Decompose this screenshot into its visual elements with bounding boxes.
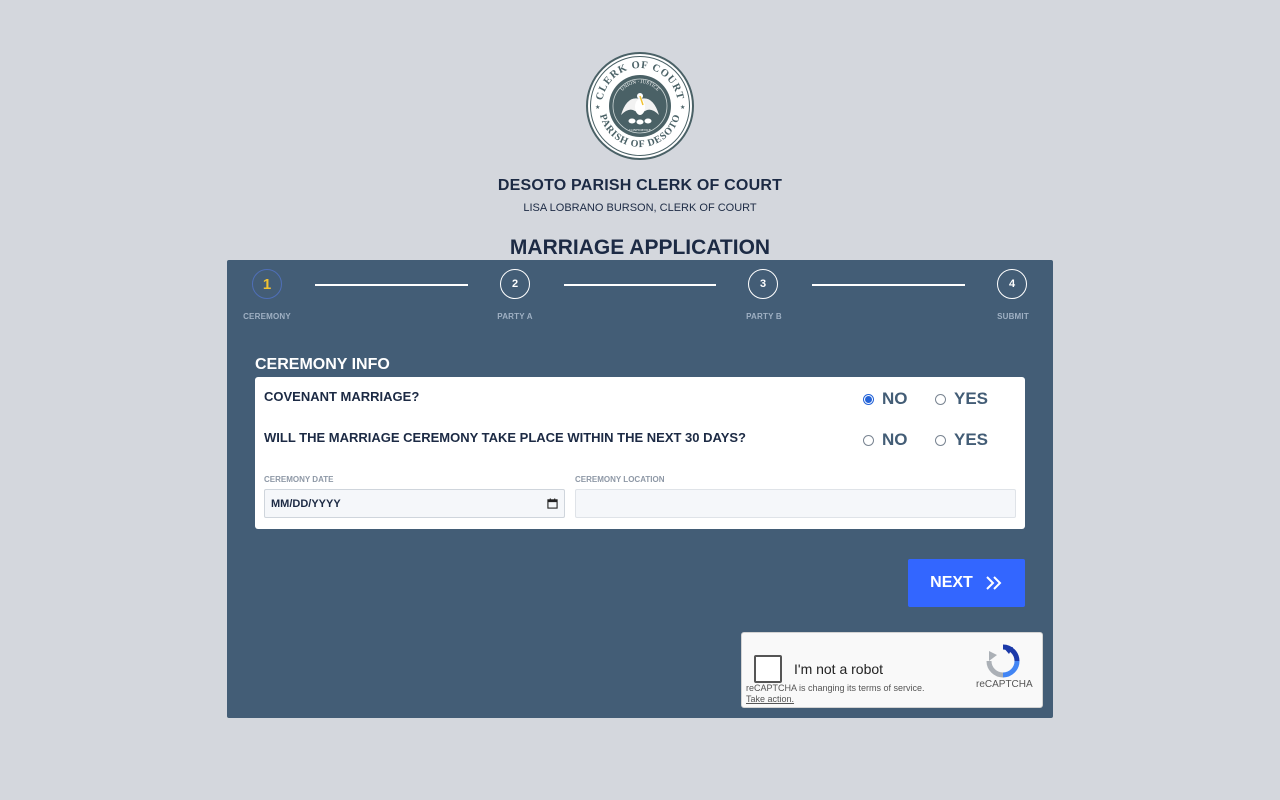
within-30-days-no-label: NO <box>882 430 908 449</box>
clerk-of-court-seal-logo: CLERK OF COURT PARISH OF DESOTO UNION · … <box>586 52 694 160</box>
recaptcha-take-action-link[interactable]: Take action. <box>746 694 925 705</box>
section-title: CEREMONY INFO <box>255 356 390 373</box>
application-panel: 1 2 3 4 CEREMONY PARTY A PARTY B SUBMIT … <box>227 260 1053 718</box>
seal-motto-bottom: CONFIDENCE <box>629 128 651 132</box>
ceremony-date-label: CEREMONY DATE <box>264 475 334 484</box>
step-label-ceremony: CEREMONY <box>243 312 291 321</box>
next-button[interactable]: NEXT <box>908 559 1025 607</box>
covenant-yes-radio[interactable] <box>935 393 946 405</box>
step-connector <box>812 284 965 286</box>
within-30-days-yes-option[interactable]: YES <box>935 430 988 450</box>
svg-text:★: ★ <box>595 104 600 111</box>
ceremony-location-label: CEREMONY LOCATION <box>575 475 665 484</box>
ceremony-date-input[interactable]: MM/DD/YYYY <box>264 489 565 518</box>
step-2-party-a[interactable]: 2 <box>500 269 530 299</box>
page-title: MARRIAGE APPLICATION <box>509 236 771 259</box>
step-1-ceremony[interactable]: 1 <box>252 269 282 299</box>
within-30-days-yes-radio[interactable] <box>935 434 946 446</box>
covenant-yes-option[interactable]: YES <box>935 389 988 409</box>
double-chevron-right-icon <box>986 576 1002 590</box>
recaptcha-checkbox[interactable] <box>754 655 782 683</box>
within-30-days-yes-label: YES <box>954 430 989 449</box>
step-label-submit: SUBMIT <box>997 312 1029 321</box>
step-label-party-a: PARTY A <box>497 312 533 321</box>
covenant-no-radio[interactable] <box>863 393 874 405</box>
ceremony-date-placeholder: MM/DD/YYYY <box>271 497 341 510</box>
covenant-no-option[interactable]: NO <box>863 389 908 409</box>
org-name: DESOTO PARISH CLERK OF COURT <box>497 177 783 194</box>
org-subtitle: LISA LOBRANO BURSON, CLERK OF COURT <box>523 202 757 214</box>
recaptcha-brand: reCAPTCHA <box>976 679 1033 690</box>
step-connector <box>564 284 716 286</box>
recaptcha-notice: reCAPTCHA is changing its terms of servi… <box>746 683 925 705</box>
recaptcha-logo-icon <box>986 644 1020 678</box>
ceremony-location-input[interactable] <box>575 489 1016 518</box>
recaptcha-widget: I'm not a robot reCAPTCHA is changing it… <box>741 632 1043 708</box>
step-3-party-b[interactable]: 3 <box>748 269 778 299</box>
ceremony-info-card: COVENANT MARRIAGE? NO YES WILL THE MARRI… <box>255 377 1025 529</box>
calendar-icon[interactable] <box>547 498 558 509</box>
recaptcha-notice-text: reCAPTCHA is changing its terms of servi… <box>746 683 925 693</box>
within-30-days-question: WILL THE MARRIAGE CEREMONY TAKE PLACE WI… <box>264 430 746 445</box>
next-button-label: NEXT <box>930 574 973 591</box>
covenant-yes-label: YES <box>954 389 989 408</box>
step-connector <box>315 284 468 286</box>
svg-text:★: ★ <box>680 104 685 111</box>
step-4-submit[interactable]: 4 <box>997 269 1027 299</box>
recaptcha-label: I'm not a robot <box>794 661 884 677</box>
within-30-days-no-radio[interactable] <box>863 434 874 446</box>
covenant-no-label: NO <box>882 389 908 408</box>
within-30-days-no-option[interactable]: NO <box>863 430 908 450</box>
covenant-question: COVENANT MARRIAGE? <box>264 389 420 404</box>
step-label-party-b: PARTY B <box>746 312 782 321</box>
